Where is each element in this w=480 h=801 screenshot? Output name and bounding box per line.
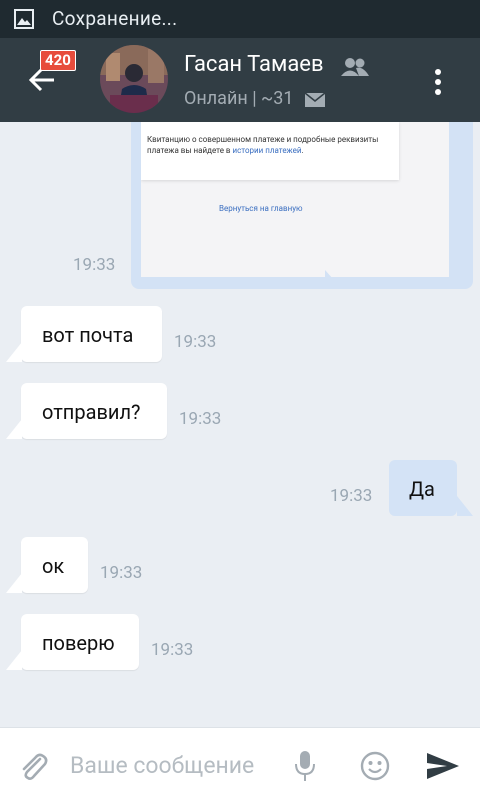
message-list[interactable]: Квитанцию о совершенном платеже и подроб… — [0, 122, 480, 727]
photo-card: Квитанцию о совершенном платеже и подроб… — [141, 122, 399, 180]
bubble-tail — [6, 573, 22, 593]
incoming-message[interactable]: вот почта — [21, 306, 162, 362]
photo-card-text: Квитанцию о совершенном платеже и подроб… — [147, 135, 379, 155]
message-input[interactable] — [70, 742, 280, 788]
emoji-button[interactable] — [360, 751, 390, 781]
smile-icon — [360, 751, 390, 781]
message-text: отправил? — [42, 400, 141, 424]
send-button[interactable] — [425, 751, 461, 781]
attach-button[interactable] — [16, 750, 50, 784]
message-time: 19:33 — [151, 640, 194, 660]
friends-icon — [341, 58, 369, 76]
bubble-tail — [6, 650, 22, 670]
message-time: 19:33 — [100, 563, 143, 583]
message-text: вот почта — [42, 323, 134, 347]
unread-badge: 420 — [40, 50, 76, 71]
message-text: Да — [409, 477, 435, 501]
photo-attachment[interactable]: Квитанцию о совершенном платеже и подроб… — [141, 122, 449, 277]
image-icon — [14, 9, 34, 29]
message-text: поверю — [42, 631, 115, 655]
status-bar: Сохранение... — [0, 0, 480, 38]
avatar[interactable] — [100, 45, 168, 113]
send-icon — [427, 753, 459, 779]
message-time: 19:33 — [330, 486, 373, 506]
bubble-tail — [325, 270, 342, 289]
incoming-message[interactable]: поверю — [21, 614, 139, 670]
incoming-message[interactable]: отправил? — [21, 383, 167, 439]
bubble-tail — [6, 419, 22, 439]
mic-icon — [295, 751, 315, 781]
chat-header: 420 Гасан Тамаев Онлайн | ~31 — [0, 38, 480, 122]
message-text: ок — [42, 554, 65, 578]
contact-name[interactable]: Гасан Тамаев — [184, 52, 324, 77]
paperclip-icon — [22, 753, 48, 780]
photo-message[interactable]: Квитанцию о совершенном платеже и подроб… — [131, 122, 473, 289]
message-time: 19:33 — [179, 409, 222, 429]
voice-message-button[interactable] — [293, 749, 317, 785]
incoming-message[interactable]: ок — [21, 537, 88, 593]
message-time: 19:33 — [73, 255, 116, 275]
bubble-tail — [457, 496, 473, 516]
message-composer — [0, 727, 480, 801]
message-time: 19:33 — [174, 332, 217, 352]
more-menu-button[interactable] — [424, 66, 452, 98]
outgoing-message[interactable]: Да — [389, 460, 457, 516]
more-vert-icon — [435, 69, 441, 95]
bubble-tail — [6, 342, 22, 362]
status-text: Сохранение... — [52, 7, 178, 30]
photo-back-link: Вернуться на главную — [219, 204, 303, 213]
mail-icon — [305, 93, 325, 107]
online-status: Онлайн | ~31 — [184, 88, 294, 109]
